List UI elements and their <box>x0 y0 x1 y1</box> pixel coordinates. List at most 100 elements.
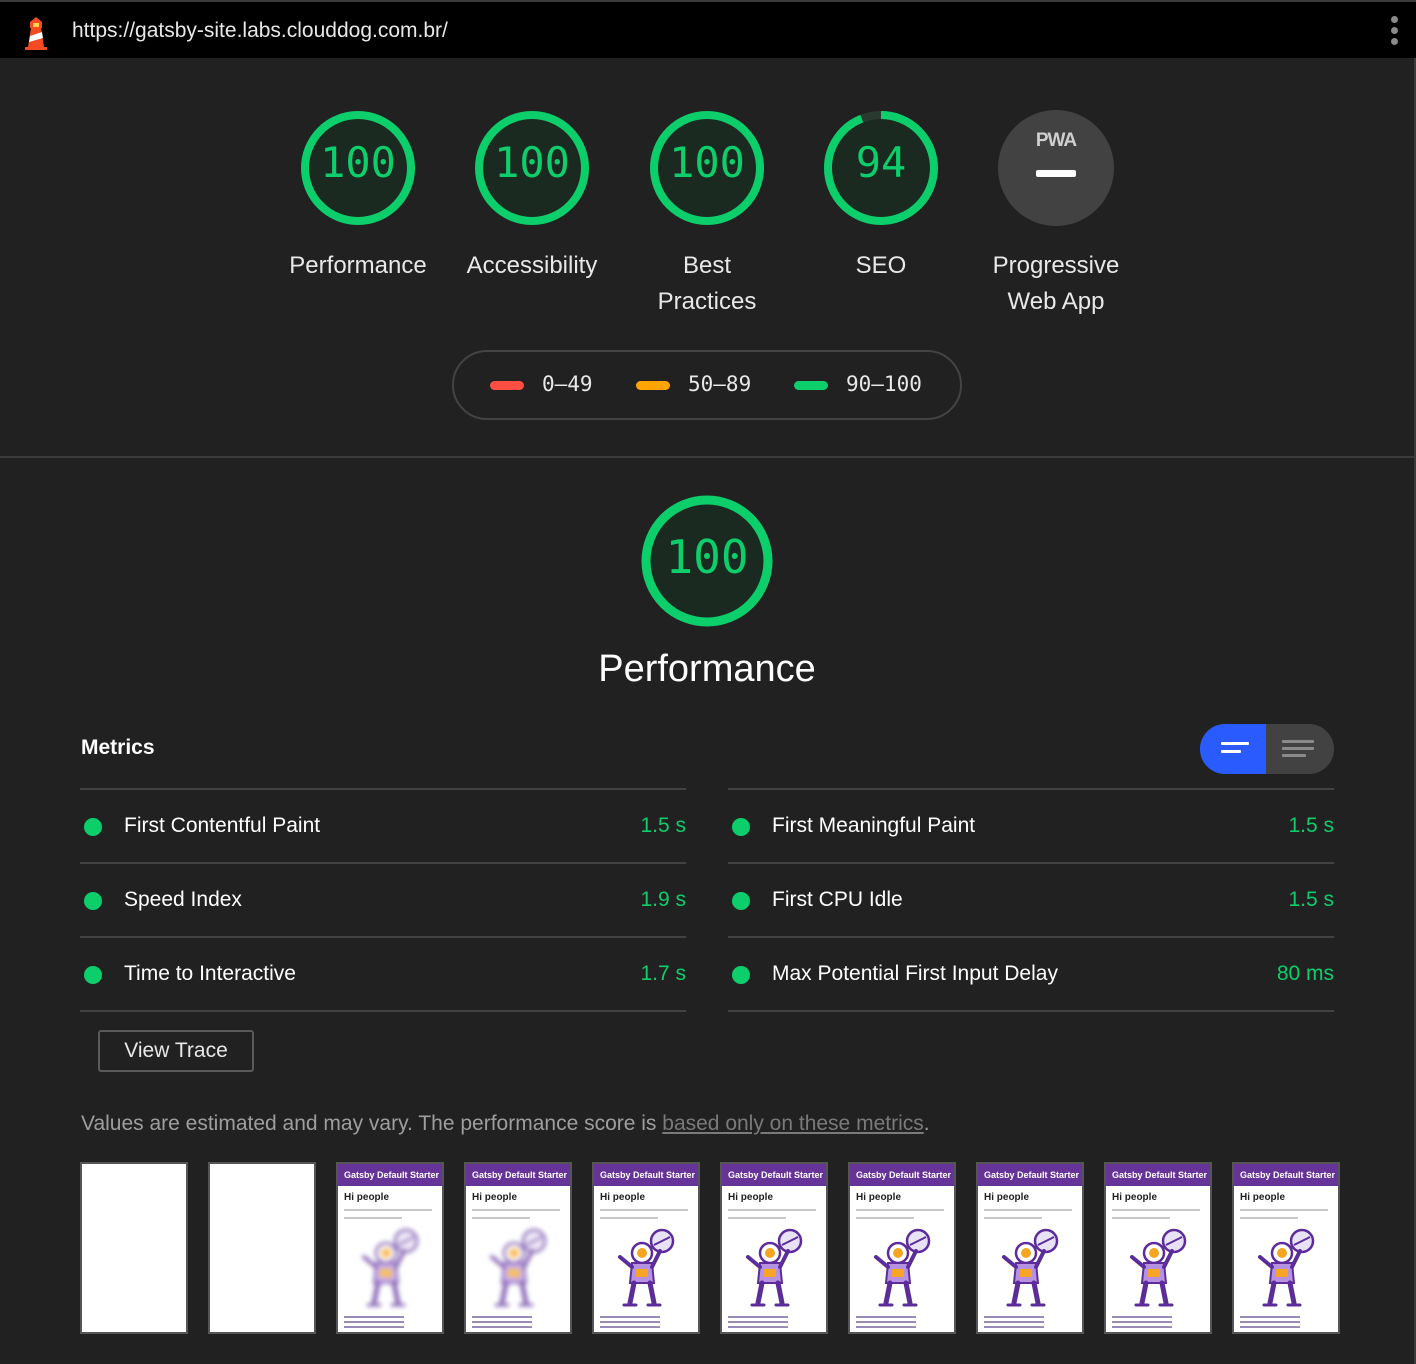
page-url: https://gatsby-site.labs.clouddog.com.br… <box>72 19 448 42</box>
filmstrip-frame: Gatsby Default Starter Hi people <box>1232 1162 1340 1334</box>
metrics-view-toggle[interactable] <box>1200 724 1334 774</box>
gauge-accessibility[interactable]: 100 Accessibility <box>442 108 622 284</box>
metrics-divider <box>728 1010 1334 1012</box>
gauge-score: 100 <box>320 138 396 187</box>
expanded-view-button[interactable] <box>1266 724 1334 774</box>
metric-name: Speed Index <box>124 888 242 911</box>
legend-fail-label: 0–49 <box>542 372 593 396</box>
metric-value: 1.7 s <box>640 962 686 985</box>
astronaut-illustration <box>618 1228 675 1307</box>
frame-heading: Hi people <box>984 1192 1030 1203</box>
pass-dot-icon <box>732 818 750 836</box>
frame-text-line <box>728 1217 786 1219</box>
frame-footer <box>600 1313 660 1328</box>
metric-value: 1.9 s <box>640 888 686 911</box>
legend-fail: 0–49 <box>490 372 593 396</box>
top-bar: https://gatsby-site.labs.clouddog.com.br… <box>0 0 1416 58</box>
estimate-note: Values are estimated and may vary. The p… <box>81 1112 930 1136</box>
frame-text-line <box>344 1209 432 1211</box>
frame-site-header: Gatsby Default Starter <box>1106 1164 1210 1186</box>
frame-site-header: Gatsby Default Starter <box>338 1164 442 1186</box>
legend-average-swatch <box>636 380 670 390</box>
performance-title: Performance <box>598 648 816 690</box>
astronaut-illustration <box>1258 1228 1315 1307</box>
frame-heading: Hi people <box>344 1192 390 1203</box>
section-divider <box>0 456 1414 458</box>
metric-value: 80 ms <box>1276 962 1334 985</box>
pass-dot-icon <box>84 818 102 836</box>
metric-value: 1.5 s <box>640 814 686 837</box>
frame-text-line <box>1240 1217 1298 1219</box>
metric-value: 1.5 s <box>1288 888 1334 911</box>
astronaut-illustration <box>1002 1228 1059 1307</box>
metric-name: Time to Interactive <box>124 962 296 985</box>
gauge-label: SEO <box>855 252 907 279</box>
frame-footer <box>344 1313 404 1328</box>
gauge-score: 100 <box>494 138 570 187</box>
metrics-scoring-link[interactable]: based only on these metrics <box>662 1112 923 1135</box>
metric-first-meaningful-paint: First Meaningful Paint 1.5 s <box>728 788 1334 862</box>
frame-footer <box>856 1313 916 1328</box>
frame-text-line <box>600 1209 688 1211</box>
frame-text-line <box>856 1209 944 1211</box>
frame-text-line <box>472 1209 560 1211</box>
frame-site-header: Gatsby Default Starter <box>594 1164 698 1186</box>
pwa-badge-icon <box>998 110 1114 226</box>
gauge-seo[interactable]: 94 SEO <box>791 108 971 284</box>
legend-fail-swatch <box>490 380 524 390</box>
gauge-label: Performance <box>289 252 427 279</box>
filmstrip-frame: Gatsby Default Starter Hi people <box>336 1162 444 1334</box>
metric-name: First Meaningful Paint <box>772 814 976 837</box>
pass-dot-icon <box>732 966 750 984</box>
astronaut-illustration <box>874 1228 931 1307</box>
frame-text-line <box>1112 1209 1200 1211</box>
frame-footer <box>1240 1313 1300 1328</box>
frame-footer <box>1112 1313 1172 1328</box>
frame-text-line <box>984 1217 1042 1219</box>
legend-average: 50–89 <box>636 372 751 396</box>
frame-site-header: Gatsby Default Starter <box>466 1164 570 1186</box>
frame-text-line <box>472 1217 530 1219</box>
frame-site-header: Gatsby Default Starter <box>850 1164 954 1186</box>
gauge-performance[interactable]: 100 Performance <box>268 108 448 284</box>
astronaut-illustration <box>746 1228 803 1307</box>
metrics-heading: Metrics <box>81 736 155 759</box>
gauge-best-practices[interactable]: 100 Best Practices <box>617 108 797 320</box>
filmstrip-frame: Gatsby Default Starter Hi people <box>464 1162 572 1334</box>
frame-text-line <box>600 1217 658 1219</box>
metric-speed-index: Speed Index 1.9 s <box>80 862 686 936</box>
frame-text-line <box>344 1217 402 1219</box>
gauge-label: Progressive Web App <box>966 248 1146 320</box>
frame-heading: Hi people <box>600 1192 646 1203</box>
filmstrip-frame: Gatsby Default Starter Hi people <box>1104 1162 1212 1334</box>
compact-view-button[interactable] <box>1200 724 1266 774</box>
frame-site-header: Gatsby Default Starter <box>1234 1164 1338 1186</box>
frame-text-line <box>856 1217 914 1219</box>
note-end: . <box>923 1112 930 1135</box>
frame-footer <box>728 1313 788 1328</box>
frame-heading: Hi people <box>472 1192 518 1203</box>
filmstrip-frame <box>208 1162 316 1334</box>
performance-score: 100 <box>665 530 749 584</box>
metric-first-cpu-idle: First CPU Idle 1.5 s <box>728 862 1334 936</box>
lighthouse-icon <box>25 17 47 50</box>
metric-name: First Contentful Paint <box>124 814 321 837</box>
legend-pass-swatch <box>794 380 828 390</box>
gauge-pwa[interactable]: PWA Progressive Web App <box>966 108 1146 320</box>
pass-dot-icon <box>84 892 102 910</box>
gauge-label-line2: Web App <box>1007 288 1105 315</box>
score-legend: 0–49 50–89 90–100 <box>452 350 962 420</box>
kebab-menu-icon[interactable] <box>1386 16 1402 48</box>
legend-pass: 90–100 <box>794 372 922 396</box>
astronaut-illustration <box>362 1228 419 1307</box>
gauge-label-line1: Best <box>682 252 732 279</box>
metric-first-contentful-paint: First Contentful Paint 1.5 s <box>80 788 686 862</box>
gauge-label-line1: Progressive <box>992 252 1120 279</box>
gauge-label: Accessibility <box>466 252 598 279</box>
metric-time-to-interactive: Time to Interactive 1.7 s <box>80 936 686 1010</box>
gauge-label: Best Practices <box>617 248 797 320</box>
astronaut-illustration <box>490 1228 547 1307</box>
frame-text-line <box>1112 1217 1170 1219</box>
pass-dot-icon <box>84 966 102 984</box>
view-trace-button[interactable]: View Trace <box>98 1030 254 1072</box>
